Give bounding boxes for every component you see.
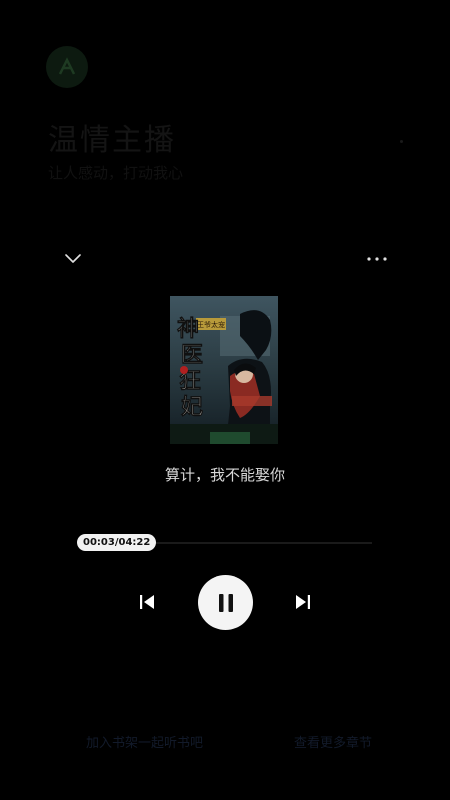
more-options-button[interactable]: [364, 250, 390, 268]
skip-next-icon: [296, 595, 310, 609]
cover-title-char: 医: [181, 342, 203, 368]
progress-time-handle[interactable]: 00:03/04:22: [77, 534, 157, 551]
book-cover-image: 王爷太宠 神 医 狂 妃: [170, 296, 278, 444]
skip-previous-icon: [140, 595, 154, 609]
chevron-down-icon: [65, 254, 81, 263]
cover-banner-text: 王爷太宠: [197, 320, 225, 329]
pause-icon: [218, 593, 233, 612]
cover-title-char: 神: [177, 316, 199, 342]
add-to-shelf-link[interactable]: 加入书架一起听书吧: [86, 732, 203, 751]
audiobook-player-screen: 温情主播 让人感动，打动我心 王爷太宠 神 医 狂 妃 算计，我不能娶你 00:…: [0, 0, 450, 800]
background-decoration: [400, 140, 403, 143]
next-chapter-button[interactable]: [293, 592, 313, 612]
collapse-player-button[interactable]: [62, 250, 84, 268]
play-pause-button[interactable]: [198, 575, 253, 630]
view-more-chapters-link[interactable]: 查看更多章节: [294, 732, 372, 751]
previous-chapter-button[interactable]: [137, 592, 157, 612]
app-logo-icon: [46, 46, 88, 88]
cover-title-char: 妃: [181, 394, 203, 420]
background-page-title: 温情主播: [48, 123, 176, 158]
track-title: 算计，我不能娶你: [164, 466, 285, 484]
more-horizontal-icon: [367, 257, 387, 261]
background-page-subtitle: 让人感动，打动我心: [48, 164, 184, 182]
